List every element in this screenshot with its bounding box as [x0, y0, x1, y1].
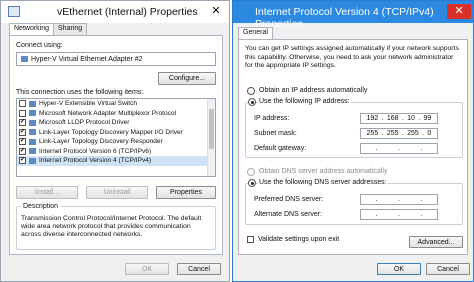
adapter-field: Hyper-V Virtual Ethernet Adapter #2	[16, 52, 216, 66]
tab-sharing[interactable]: Sharing	[53, 23, 88, 35]
item-checkbox[interactable]: ✔	[19, 138, 26, 146]
ip-octet: 99	[423, 115, 432, 122]
list-item[interactable]: ✔ Internet Protocol Version 6 (TCP/IPv6)	[17, 147, 215, 157]
component-icon	[29, 119, 36, 126]
gateway-input[interactable]: ...	[360, 143, 438, 154]
window-title: Internet Protocol Version 4 (TCP/IPv4) P…	[255, 6, 434, 30]
network-adapter-icon	[8, 6, 20, 17]
alternate-dns-label: Alternate DNS server:	[254, 211, 323, 218]
obtain-ip-radio[interactable]	[247, 87, 255, 95]
close-button[interactable]: ✕	[207, 4, 225, 19]
component-icon	[29, 129, 36, 136]
general-panel: You can get IP settings assigned automat…	[238, 39, 468, 255]
validate-checkbox[interactable]	[247, 236, 254, 243]
item-checkbox[interactable]: ✔	[19, 128, 26, 136]
preferred-dns-input[interactable]: ...	[360, 194, 438, 205]
ip-octet: 168	[386, 115, 399, 122]
mask-octet: 255	[366, 130, 379, 137]
item-label: Internet Protocol Version 6 (TCP/IPv6)	[39, 147, 152, 155]
item-checkbox[interactable]: ✔	[19, 147, 26, 155]
validate-label: Validate settings upon exit	[258, 236, 340, 243]
ip-octet: 10	[407, 115, 415, 122]
obtain-dns-label: Obtain DNS server address automatically	[259, 168, 388, 175]
ip-address-group: Use the following IP address: IP address…	[245, 98, 463, 158]
component-icon	[29, 110, 36, 117]
title-bar: vEthernet (Internal) Properties ✕	[1, 1, 229, 23]
item-checkbox[interactable]: ✔	[19, 119, 26, 127]
alternate-dns-input[interactable]: ...	[360, 209, 438, 220]
obtain-ip-label: Obtain an IP address automatically	[259, 87, 368, 94]
scrollbar-thumb[interactable]	[209, 109, 214, 149]
use-ip-label: Use the following IP address:	[258, 98, 351, 105]
ipv4-properties-window: Internet Protocol Version 4 (TCP/IPv4) P…	[232, 0, 474, 282]
cancel-button[interactable]: Cancel	[426, 263, 470, 275]
item-checkbox[interactable]	[19, 109, 26, 117]
list-item[interactable]: ✔ Link-Layer Topology Discovery Responder	[17, 137, 215, 147]
item-label: Link-Layer Topology Discovery Responder	[39, 138, 163, 146]
cancel-button[interactable]: Cancel	[177, 263, 221, 275]
ip-octet: 192	[366, 115, 379, 122]
adapter-icon	[21, 56, 28, 62]
preferred-dns-label: Preferred DNS server:	[254, 196, 324, 203]
properties-button[interactable]: Properties	[156, 186, 216, 199]
adapter-name: Hyper-V Virtual Ethernet Adapter #2	[31, 56, 143, 63]
component-icon	[29, 100, 36, 107]
install-button[interactable]: Install...	[16, 186, 78, 199]
component-icon	[29, 157, 36, 164]
description-text: Transmission Control Protocol/Internet P…	[21, 215, 202, 238]
list-item[interactable]: ✔ Microsoft LLDP Protocol Driver	[17, 118, 215, 128]
title-bar: Internet Protocol Version 4 (TCP/IPv4) P…	[233, 1, 473, 30]
ok-button[interactable]: OK	[125, 263, 169, 275]
ip-address-input[interactable]: 192. 168. 10. 99	[360, 113, 438, 124]
tab-strip: Networking Sharing	[9, 23, 88, 36]
use-dns-label: Use the following DNS server addresses:	[258, 179, 388, 186]
description-title: Description	[21, 203, 61, 210]
intro-text: You can get IP settings assigned automat…	[245, 45, 459, 69]
configure-button[interactable]: Configure...	[158, 72, 216, 85]
component-icon	[29, 138, 36, 145]
networking-panel: Connect using: Hyper-V Virtual Ethernet …	[9, 35, 223, 255]
window-title: vEthernet (Internal) Properties	[57, 6, 198, 18]
item-label: Hyper-V Extensible Virtual Switch	[39, 100, 138, 108]
use-dns-radio[interactable]	[248, 179, 256, 187]
component-icon	[29, 148, 36, 155]
item-checkbox[interactable]	[19, 100, 26, 108]
subnet-mask-label: Subnet mask:	[254, 130, 297, 137]
uninstall-button[interactable]: Uninstall	[86, 186, 148, 199]
item-label: Microsoft Network Adapter Multiplexor Pr…	[39, 109, 177, 117]
list-item-selected[interactable]: ✔ Internet Protocol Version 4 (TCP/IPv4)	[17, 156, 215, 166]
list-scrollbar[interactable]	[207, 99, 215, 176]
components-list: Hyper-V Extensible Virtual Switch Micros…	[16, 98, 216, 177]
close-button[interactable]: ✕	[447, 4, 471, 19]
list-item[interactable]: Hyper-V Extensible Virtual Switch	[17, 99, 215, 109]
items-label: This connection uses the following items…	[16, 89, 144, 96]
obtain-dns-radio[interactable]	[247, 168, 255, 176]
subnet-mask-input[interactable]: 255. 255. 255. 0	[360, 128, 438, 139]
item-label: Microsoft LLDP Protocol Driver	[39, 119, 130, 127]
vethernet-properties-window: vEthernet (Internal) Properties ✕ Networ…	[0, 0, 230, 282]
mask-octet: 0	[427, 130, 432, 137]
gateway-label: Default gateway:	[254, 145, 307, 152]
use-ip-radio[interactable]	[248, 98, 256, 106]
item-checkbox[interactable]: ✔	[19, 157, 26, 165]
mask-octet: 255	[407, 130, 419, 137]
tab-strip: General	[238, 27, 273, 40]
ip-address-label: IP address:	[254, 115, 290, 122]
dns-group: Use the following DNS server addresses: …	[245, 179, 463, 225]
item-label: Link-Layer Topology Discovery Mapper I/O…	[39, 128, 183, 136]
mask-octet: 255	[386, 130, 399, 137]
list-item[interactable]: Microsoft Network Adapter Multiplexor Pr…	[17, 109, 215, 119]
description-group: Description Transmission Control Protoco…	[16, 203, 216, 250]
list-item[interactable]: ✔ Link-Layer Topology Discovery Mapper I/…	[17, 128, 215, 138]
connect-using-label: Connect using:	[16, 42, 63, 49]
advanced-button[interactable]: Advanced...	[409, 236, 463, 248]
item-label: Internet Protocol Version 4 (TCP/IPv4)	[39, 157, 152, 165]
ok-button[interactable]: OK	[377, 263, 421, 275]
